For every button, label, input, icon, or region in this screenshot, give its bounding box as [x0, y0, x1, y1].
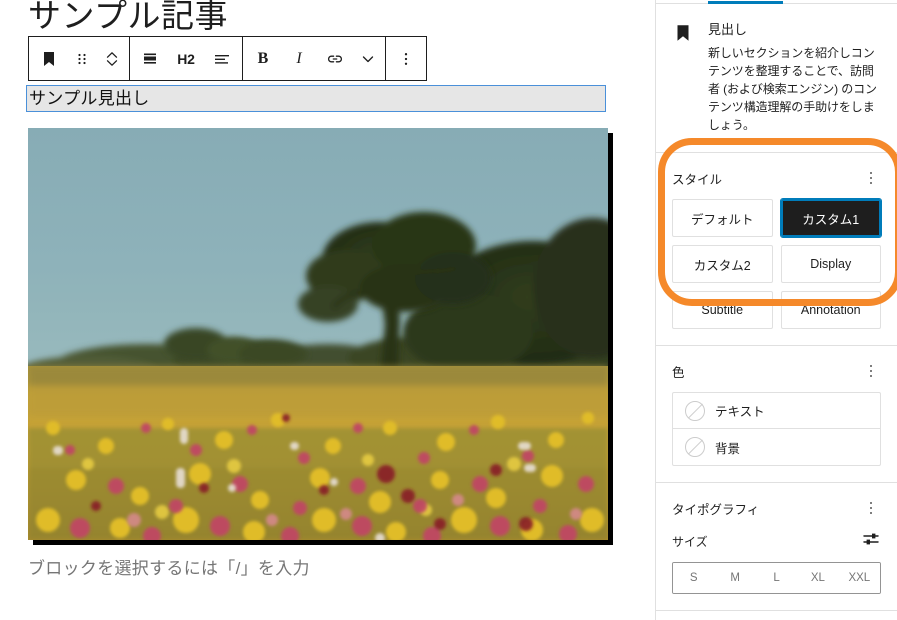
- font-size-m[interactable]: M: [714, 563, 755, 593]
- font-size-selector: S M L XL XXL: [672, 562, 881, 594]
- heading-block-text: サンプル見出し: [27, 90, 150, 107]
- style-option-subtitle[interactable]: Subtitle: [672, 291, 773, 329]
- style-option-default[interactable]: デフォルト: [672, 199, 773, 237]
- color-row-text[interactable]: テキスト: [673, 393, 880, 429]
- more-options-vertical-icon[interactable]: [388, 37, 424, 80]
- style-options-grid: デフォルト カスタム1 カスタム2 Display Subtitle Annot…: [672, 199, 881, 329]
- heading-level-label: H2: [177, 51, 195, 67]
- style-option-display[interactable]: Display: [781, 245, 882, 283]
- heading-block-icon: [672, 20, 696, 134]
- block-card-description: 新しいセクションを紹介しコンテンツを整理することで、訪問者 (および検索エンジン…: [708, 44, 881, 134]
- color-panel: 色 テキスト 背景: [656, 346, 897, 483]
- style-option-annotation[interactable]: Annotation: [781, 291, 882, 329]
- color-panel-header: 色: [672, 360, 881, 382]
- block-info-card: 見出し 新しいセクションを紹介しコンテンツを整理することで、訪問者 (および検索…: [656, 4, 897, 153]
- bold-button[interactable]: B: [245, 37, 281, 80]
- font-size-label: サイズ: [672, 533, 708, 550]
- italic-label: I: [296, 50, 301, 68]
- italic-button[interactable]: I: [281, 37, 317, 80]
- font-size-xxl[interactable]: XXL: [839, 563, 880, 593]
- editor-canvas: サンプル記事: [0, 0, 655, 620]
- paragraph-placeholder[interactable]: ブロックを選択するには「/」を入力: [28, 554, 310, 579]
- style-panel-title: スタイル: [672, 169, 722, 188]
- more-options-vertical-icon[interactable]: [861, 360, 881, 382]
- color-row-text-label: テキスト: [715, 401, 765, 420]
- text-align-icon[interactable]: [132, 37, 168, 80]
- typography-panel-header: タイポグラフィ: [672, 497, 881, 519]
- slider-settings-icon[interactable]: [861, 529, 881, 554]
- drag-handle-icon[interactable]: [67, 37, 97, 80]
- color-row-background-label: 背景: [715, 438, 740, 457]
- color-swatch-empty-icon: [685, 401, 705, 421]
- more-options-vertical-icon[interactable]: [861, 167, 881, 189]
- align-left-icon[interactable]: [204, 37, 240, 80]
- wildflower-field-photo: [28, 128, 608, 540]
- color-options-list: テキスト 背景: [672, 392, 881, 466]
- more-options-vertical-icon[interactable]: [861, 497, 881, 519]
- block-settings-sidebar: 見出し 新しいセクションを紹介しコンテンツを整理することで、訪問者 (および検索…: [655, 0, 897, 620]
- block-toolbar: H2 B I: [28, 36, 427, 81]
- chevron-down-icon[interactable]: [353, 37, 383, 80]
- color-panel-title: 色: [672, 362, 685, 381]
- block-card-title: 見出し: [708, 20, 881, 40]
- toolbar-group-block: [29, 37, 130, 80]
- dimensions-panel[interactable]: サイズ +: [656, 611, 897, 620]
- color-swatch-empty-icon: [685, 437, 705, 457]
- heading-block-selected[interactable]: サンプル見出し: [26, 85, 606, 112]
- typography-panel: タイポグラフィ サイズ S: [656, 483, 897, 611]
- color-row-background[interactable]: 背景: [673, 429, 880, 465]
- gutenberg-editor-screen: サンプル記事: [0, 0, 897, 620]
- toolbar-group-heading: H2: [130, 37, 243, 80]
- link-icon[interactable]: [317, 37, 353, 80]
- font-size-row: サイズ: [672, 529, 881, 554]
- bold-label: B: [258, 50, 269, 68]
- heading-level-button[interactable]: H2: [168, 37, 204, 80]
- post-title[interactable]: サンプル記事: [28, 0, 228, 38]
- font-size-l[interactable]: L: [756, 563, 797, 593]
- style-option-custom2[interactable]: カスタム2: [672, 245, 773, 283]
- heading-block-icon[interactable]: [31, 37, 67, 80]
- typography-panel-title: タイポグラフィ: [672, 499, 759, 518]
- sidebar-tabbar: [656, 0, 897, 4]
- style-option-custom1[interactable]: カスタム1: [781, 199, 882, 237]
- image-block[interactable]: [28, 128, 608, 540]
- font-size-s[interactable]: S: [673, 563, 714, 593]
- font-size-xl[interactable]: XL: [797, 563, 838, 593]
- toolbar-group-options: [386, 37, 426, 80]
- style-panel-header: スタイル: [672, 167, 881, 189]
- style-panel: スタイル デフォルト カスタム1 カスタム2 Display Subtitle …: [656, 153, 897, 346]
- toolbar-group-format: B I: [243, 37, 386, 80]
- move-up-down-icon[interactable]: [97, 37, 127, 80]
- tab-active-indicator: [708, 1, 783, 4]
